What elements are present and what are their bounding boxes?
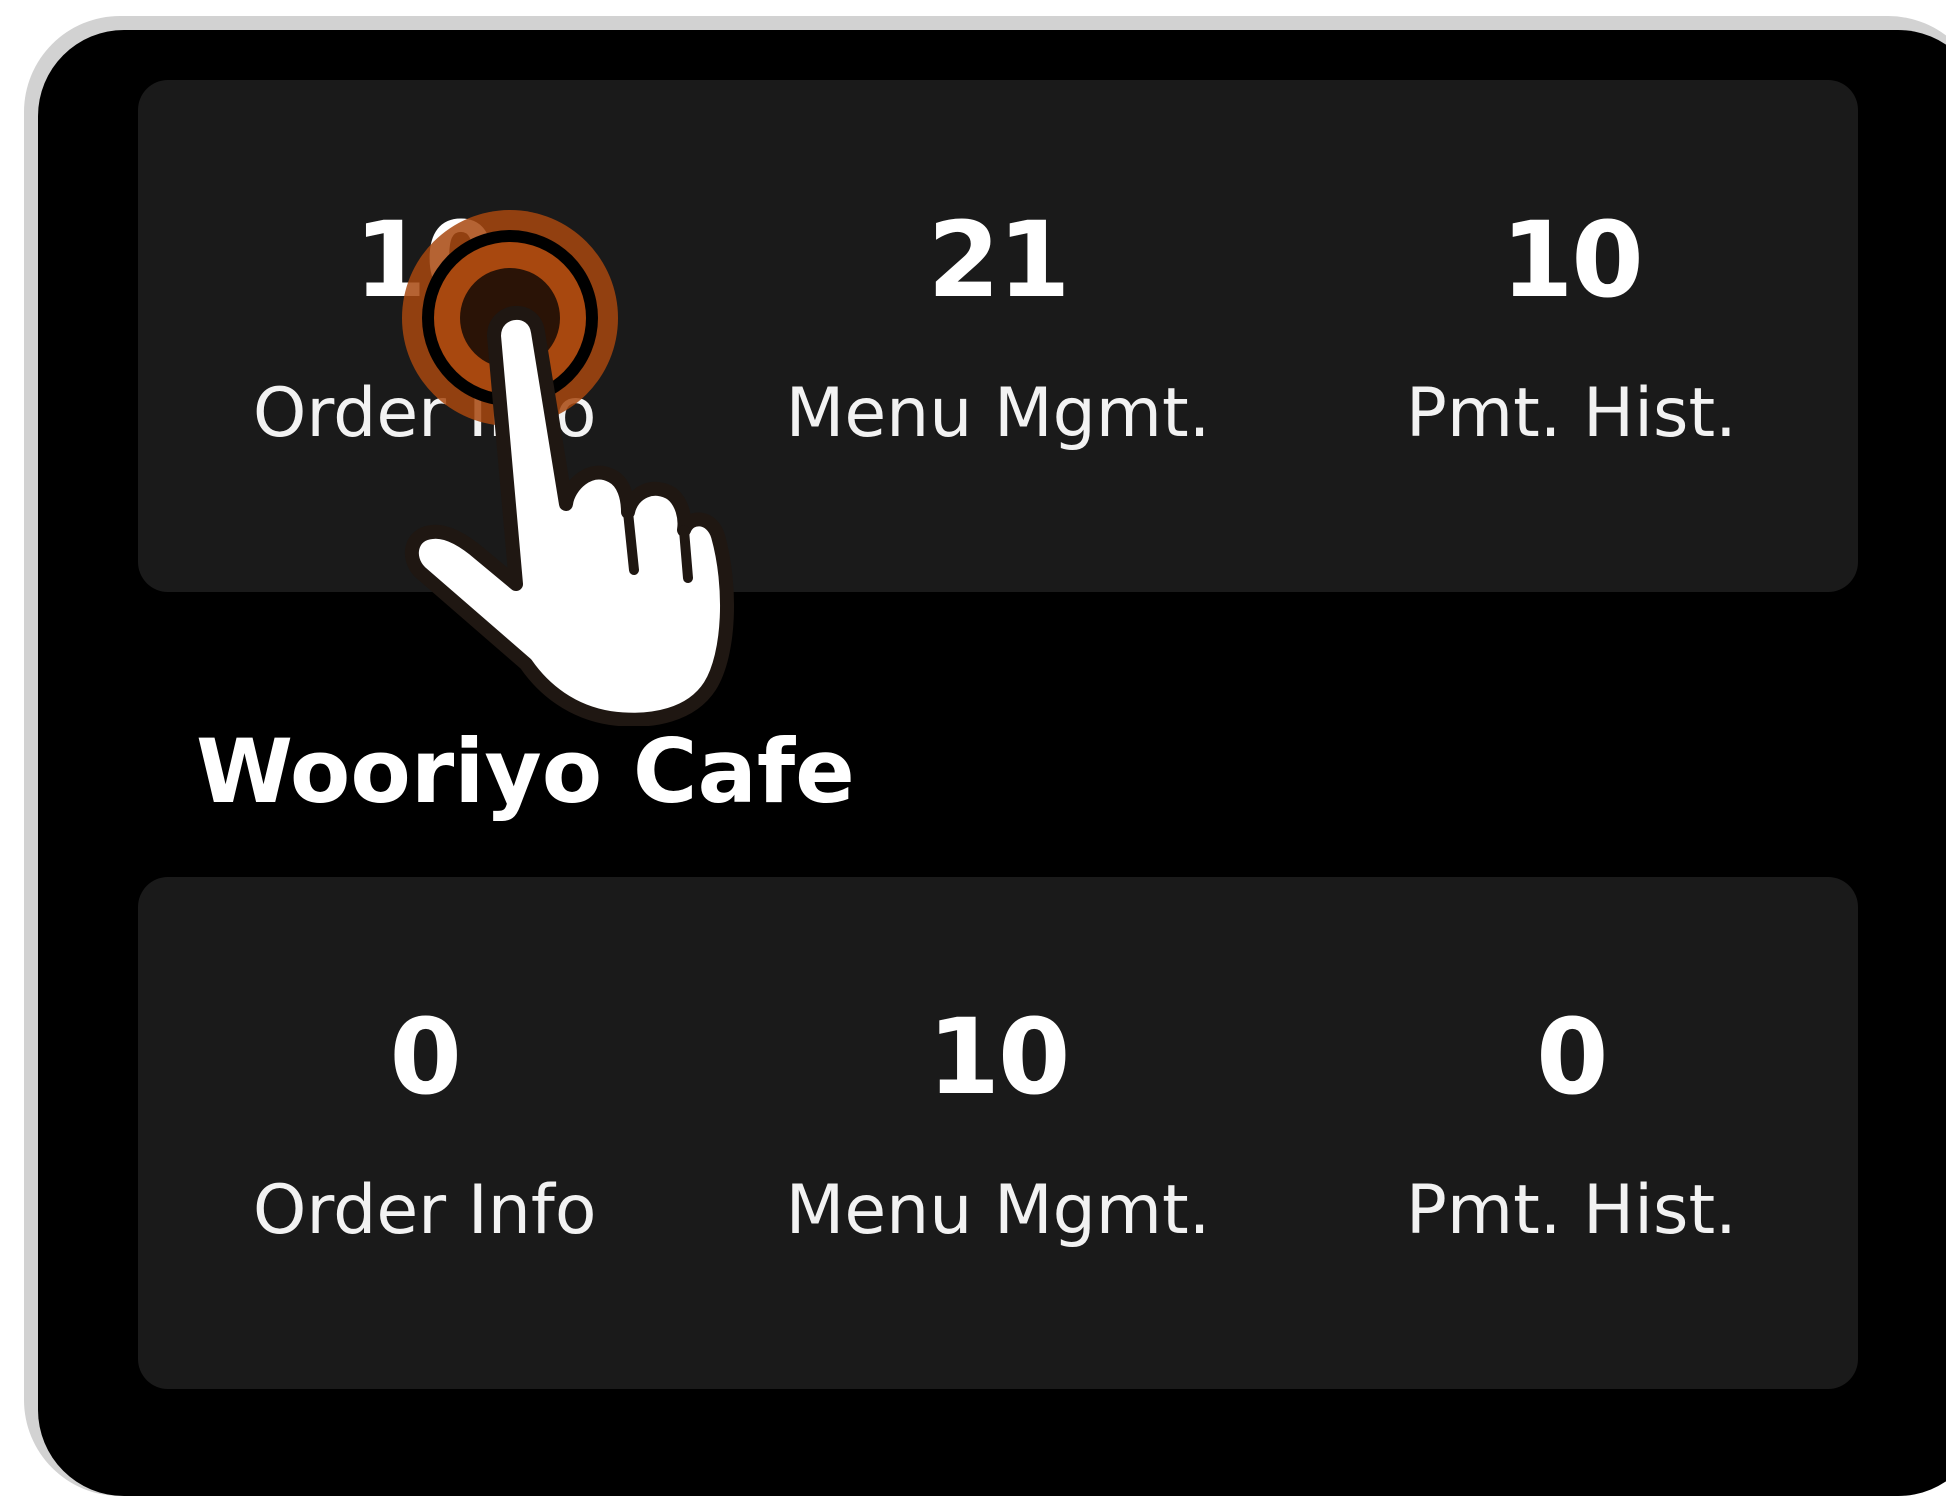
menu-mgmt-label: Menu Mgmt. xyxy=(785,1171,1211,1250)
order-info-label: Order Info xyxy=(252,1171,597,1250)
order-info-count: 10 xyxy=(354,199,497,321)
menu-mgmt-count: 10 xyxy=(927,996,1071,1118)
menu-mgmt-stat[interactable]: 21 Menu Mgmt. xyxy=(711,80,1284,592)
pmt-hist-stat[interactable]: 0 Pmt. Hist. xyxy=(1285,877,1858,1389)
store-name: Wooriyo Cafe xyxy=(196,720,855,823)
pmt-hist-count: 10 xyxy=(1500,199,1644,321)
order-info-stat[interactable]: 0 Order Info xyxy=(138,877,711,1389)
pmt-hist-label: Pmt. Hist. xyxy=(1405,374,1737,453)
pmt-hist-count: 0 xyxy=(1536,996,1608,1118)
device-frame: 10 Order Info 21 Menu Mgmt. 10 Pmt. Hist… xyxy=(24,16,1946,1496)
store-stats-card: 0 Order Info 10 Menu Mgmt. 0 Pmt. Hist. xyxy=(138,877,1858,1389)
order-info-stat[interactable]: 10 Order Info xyxy=(138,80,711,592)
device-screen: 10 Order Info 21 Menu Mgmt. 10 Pmt. Hist… xyxy=(38,30,1946,1496)
pmt-hist-label: Pmt. Hist. xyxy=(1405,1171,1737,1250)
menu-mgmt-label: Menu Mgmt. xyxy=(785,374,1211,453)
menu-mgmt-count: 21 xyxy=(927,199,1071,321)
pmt-hist-stat[interactable]: 10 Pmt. Hist. xyxy=(1285,80,1858,592)
order-info-label: Order Info xyxy=(252,374,597,453)
order-info-count: 0 xyxy=(389,996,461,1118)
menu-mgmt-stat[interactable]: 10 Menu Mgmt. xyxy=(711,877,1284,1389)
store-stats-card: 10 Order Info 21 Menu Mgmt. 10 Pmt. Hist… xyxy=(138,80,1858,592)
